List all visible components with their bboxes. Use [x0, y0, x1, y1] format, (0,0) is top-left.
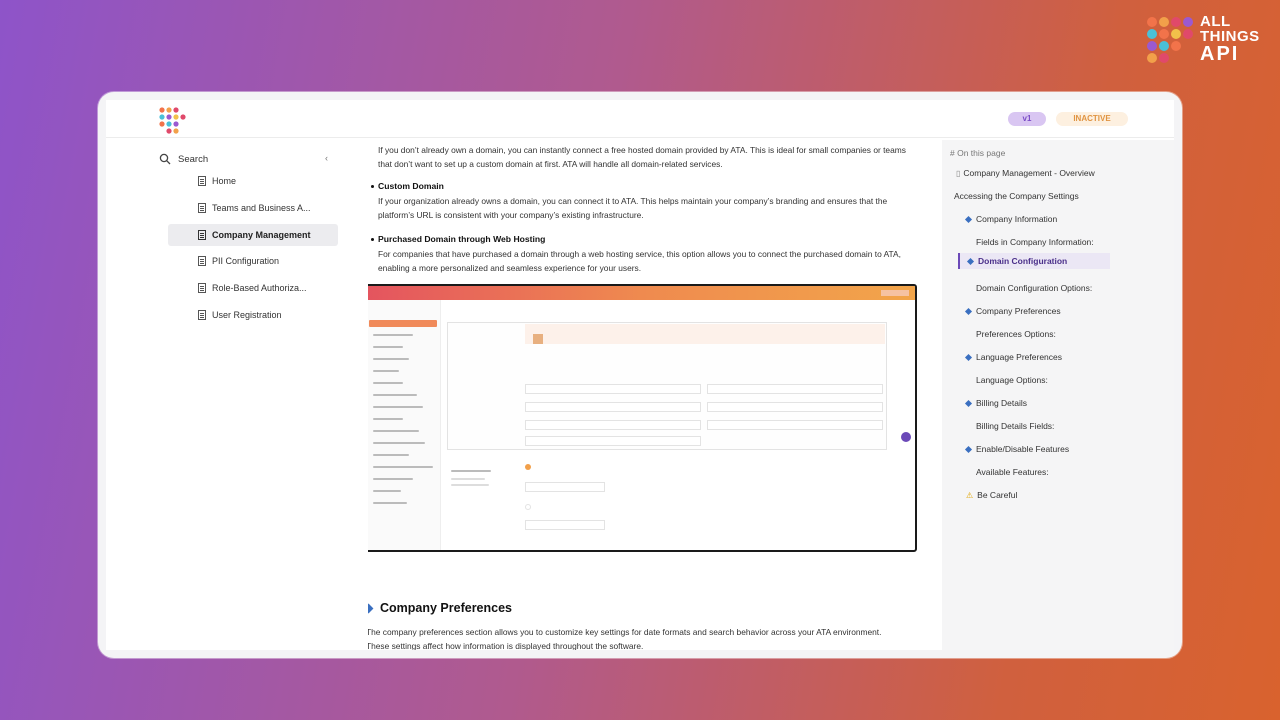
browser-frame: v1 INACTIVE Search ‹ Home Teams and Busi… — [98, 92, 1182, 658]
toc-item-label: Language Options: — [976, 375, 1048, 385]
top-bar: v1 INACTIVE — [106, 100, 1174, 138]
sidebar-item-label: PII Configuration — [212, 256, 280, 267]
screenshot-header-bar — [368, 286, 915, 300]
toc-item-accessing-settings[interactable]: Accessing the Company Settings — [954, 191, 1079, 201]
toc-heading-label: On this page — [957, 148, 1006, 158]
warning-icon: ⚠ — [966, 490, 974, 500]
sidebar-item-label: Role-Based Authoriza... — [212, 283, 307, 294]
toc-item-label: Company Preferences — [976, 306, 1061, 316]
sidebar-item-teams[interactable]: Teams and Business A... — [168, 197, 338, 219]
toc-item-label: Enable/Disable Features — [976, 444, 1070, 454]
version-badge[interactable]: v1 — [1008, 112, 1046, 126]
toc-heading: # On this page — [950, 148, 1006, 158]
toc-item-billing-details-fields[interactable]: Billing Details Fields: — [976, 421, 1054, 431]
sidebar-item-company-management[interactable]: Company Management — [168, 223, 338, 246]
sidebar-item-user-registration[interactable]: User Registration — [168, 304, 338, 326]
search-icon — [159, 153, 171, 165]
toc-item-company-information[interactable]: Company Information — [964, 214, 1058, 224]
sidebar-item-label: Home — [212, 176, 237, 186]
toc-item-label: Be Careful — [977, 490, 1018, 500]
toc-item-label: Preferences Options: — [976, 329, 1056, 339]
toc-item-enable-disable-features[interactable]: Enable/Disable Features — [964, 444, 1070, 454]
toc-item-domain-config-options[interactable]: Domain Configuration Options: — [976, 283, 1092, 293]
toc-item-fields-company-info[interactable]: Fields in Company Information: — [976, 237, 1094, 247]
purchased-domain-text: For companies that have purchased a doma… — [378, 249, 901, 273]
sidebar-item-role-based-authorization[interactable]: Role-Based Authoriza... — [168, 277, 338, 299]
document-icon — [198, 283, 206, 294]
sidebar-nav: Home Teams and Business A... Company Man… — [168, 170, 338, 331]
sidebar-item-label: User Registration — [212, 309, 282, 320]
custom-domain-text: If your organization already owns a doma… — [378, 196, 888, 220]
main-content: If you don’t already own a domain, you c… — [368, 138, 928, 650]
document-icon: ▯ — [956, 168, 961, 178]
company-preferences-heading: Company Preferences — [368, 601, 512, 615]
app-logo-icon[interactable] — [158, 106, 186, 134]
toc-item-domain-configuration[interactable]: Domain Configuration — [958, 253, 1110, 269]
diamond-icon — [964, 215, 973, 223]
toc-item-label: Billing Details — [976, 398, 1028, 408]
domain-configuration-screenshot — [368, 284, 917, 552]
purchased-domain-title: Purchased Domain through Web Hosting — [370, 234, 546, 244]
document-icon — [198, 202, 206, 213]
sidebar-item-label: Company Management — [212, 229, 311, 240]
toc-item-label: Fields in Company Information: — [976, 237, 1094, 247]
toc-item-label: Available Features: — [976, 467, 1049, 477]
company-preferences-text: The company preferences section allows y… — [368, 627, 882, 637]
toc-item-label: Language Preferences — [976, 352, 1063, 362]
toc-item-label: Accessing the Company Settings — [954, 191, 1079, 201]
toc-item-be-careful[interactable]: ⚠ Be Careful — [966, 490, 1017, 500]
company-preferences-title: Company Preferences — [380, 601, 513, 615]
toc-item-label: Domain Configuration — [978, 256, 1068, 266]
left-sidebar: Search ‹ Home Teams and Business A... Co… — [158, 140, 348, 650]
brand-dots-icon — [1147, 17, 1193, 63]
collapse-sidebar-icon[interactable]: ‹ — [325, 153, 328, 163]
document-icon — [198, 309, 206, 320]
brand-wordmark: ALL THINGS API — [1200, 14, 1260, 64]
all-things-api-logo: ALL THINGS API — [1144, 12, 1264, 68]
toc-item-language-options[interactable]: Language Options: — [976, 375, 1048, 385]
toc-item-label: Domain Configuration Options: — [976, 283, 1093, 293]
diamond-icon — [964, 399, 973, 407]
toc-item-billing-details[interactable]: Billing Details — [964, 398, 1028, 408]
custom-domain-title: Custom Domain — [371, 181, 444, 191]
diamond-icon — [964, 307, 973, 315]
diamond-icon — [964, 445, 973, 453]
search-label: Search — [178, 153, 209, 165]
status-badge: INACTIVE — [1056, 112, 1128, 126]
toc-item-overview[interactable]: ▯ Company Management - Overview — [956, 168, 1095, 178]
brand-line-1: ALL — [1200, 13, 1231, 30]
brand-line-2: THINGS — [1200, 28, 1260, 45]
document-icon — [198, 176, 206, 186]
sidebar-item-home[interactable]: Home — [168, 170, 338, 192]
sidebar-item-pii-configuration[interactable]: PII Configuration — [168, 250, 338, 272]
screenshot-sidebar — [368, 300, 441, 550]
company-preferences-text-2: These settings affect how information is… — [368, 641, 644, 650]
brand-line-3: API — [1200, 43, 1240, 65]
toc-item-available-features[interactable]: Available Features: — [976, 467, 1049, 477]
toc-item-label: Billing Details Fields: — [976, 421, 1055, 431]
diamond-icon — [368, 603, 374, 613]
docs-page: v1 INACTIVE Search ‹ Home Teams and Busi… — [106, 100, 1174, 650]
diamond-icon — [966, 257, 975, 265]
on-this-page-toc: # On this page ▯ Company Management - Ove… — [942, 140, 1174, 650]
sidebar-item-label: Teams and Business A... — [212, 202, 311, 213]
toc-item-company-preferences[interactable]: Company Preferences — [964, 306, 1061, 316]
toc-item-language-preferences[interactable]: Language Preferences — [964, 352, 1063, 362]
toc-item-label: Company Information — [976, 214, 1058, 224]
hosted-domain-text: If you don’t already own a domain, you c… — [378, 145, 906, 169]
toc-item-preferences-options[interactable]: Preferences Options: — [976, 329, 1056, 339]
toc-item-label: Company Management - Overview — [963, 168, 1095, 178]
diamond-icon — [964, 353, 973, 361]
search-box[interactable]: Search ‹ — [158, 148, 334, 170]
document-icon — [198, 256, 206, 267]
document-icon — [198, 229, 206, 240]
